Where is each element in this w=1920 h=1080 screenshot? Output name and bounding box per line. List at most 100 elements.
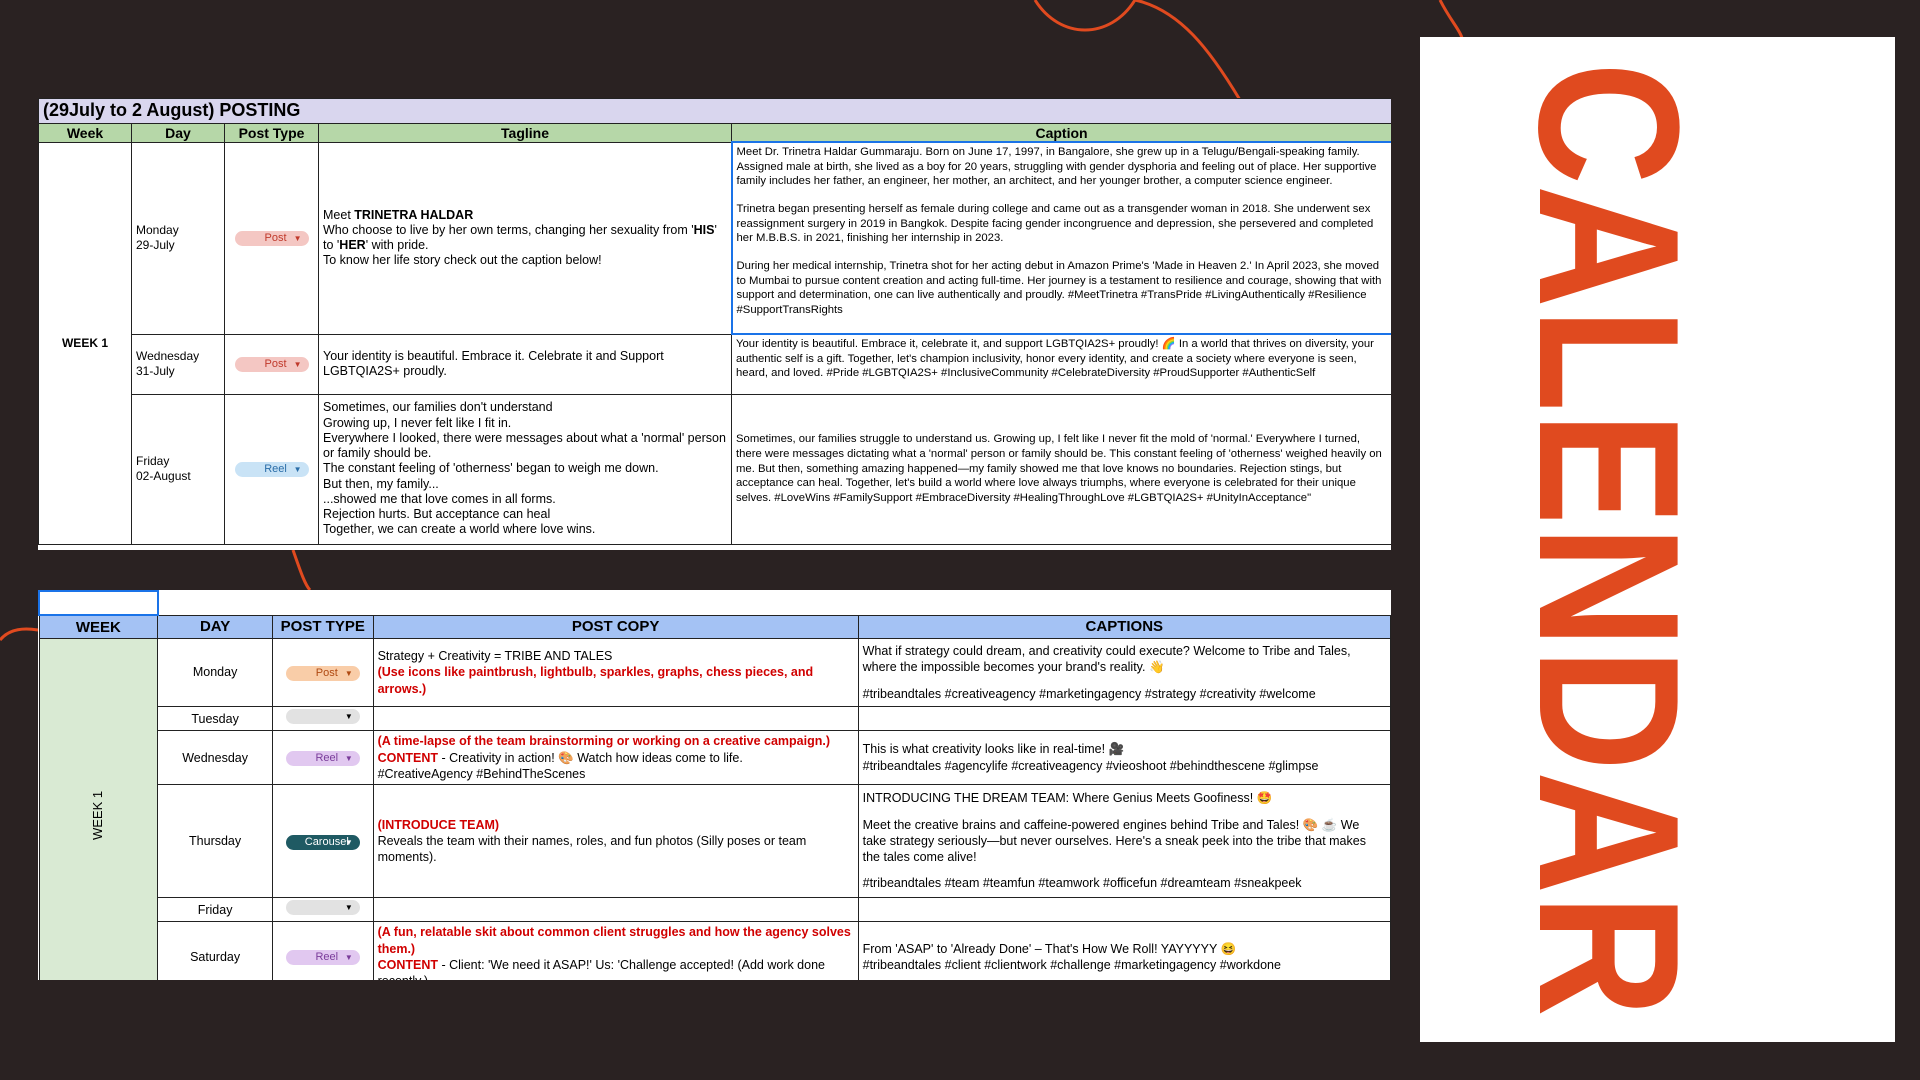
dropdown-arrow-icon: ▼ [344, 669, 353, 678]
tagline-cell[interactable]: Meet TRINETRA HALDAR Who choose to live b… [318, 141, 732, 335]
post-type-cell[interactable]: Post ▼ [224, 333, 319, 395]
post-copy-cell[interactable]: (A fun, relatable skit about common clie… [372, 921, 859, 980]
table-row: Tuesday ▼ [39, 705, 1391, 732]
day-cell[interactable]: Wednesday 31-July [131, 333, 225, 395]
post-type-dropdown[interactable]: Reel ▼ [285, 751, 360, 767]
post-type-cell[interactable]: ▼ [271, 705, 374, 732]
header-week[interactable]: Week [38, 123, 132, 143]
table-row: WEEK 1 Monday Post ▼ Strategy + Creativit… [38, 637, 1391, 980]
tagline-line: ...showed me that love comes in all form… [323, 491, 556, 506]
post-copy-cell[interactable]: (INTRODUCE TEAM) Reveals the team with th… [372, 784, 859, 898]
header-post-type[interactable]: Post Type [224, 123, 319, 143]
table-row: Saturday Reel ▼ (A fun, relatable skit ab… [39, 921, 1391, 980]
day-cell[interactable]: Friday 02-August [131, 393, 225, 545]
post-type-value: Reel [264, 463, 287, 475]
caption-cell[interactable] [857, 705, 1391, 732]
day-cell[interactable]: Thursday [157, 784, 273, 898]
caption-paragraph: During her medical internship, Trinetra … [736, 260, 1382, 317]
sheet-title[interactable]: (29July to 2 August) POSTING [38, 98, 1391, 124]
tagline-bold: HIS [693, 222, 715, 237]
post-type-value: Post [264, 358, 287, 370]
caption-cell[interactable]: Your identity is beautiful. Embrace it, … [730, 333, 1391, 395]
post-type-dropdown[interactable]: ▼ [285, 709, 360, 724]
day-date: 29-July [136, 238, 175, 252]
post-type-cell[interactable]: Reel ▼ [224, 393, 319, 545]
post-type-cell[interactable]: ▼ [271, 896, 374, 923]
dropdown-arrow-icon: ▼ [293, 234, 302, 243]
week-cell[interactable]: WEEK 1 [38, 637, 159, 980]
copy-text: Reveals the team with their names, roles… [377, 833, 807, 865]
post-copy-cell[interactable] [372, 705, 859, 732]
header-captions[interactable]: CAPTIONS [857, 614, 1391, 639]
post-type-dropdown[interactable]: Reel ▼ [285, 950, 360, 966]
table-row: Friday ▼ [39, 896, 1391, 923]
post-type-cell[interactable]: Post ▼ [271, 638, 374, 707]
day-date: 02-August [136, 469, 191, 483]
post-type-value: Reel [315, 752, 339, 765]
caption-text: What if strategy could dream, and creati… [862, 644, 1351, 675]
dropdown-arrow-icon: ▼ [344, 712, 353, 721]
day-cell[interactable]: Friday [157, 896, 273, 923]
tagline-cell[interactable]: Sometimes, our families don't understand… [318, 393, 732, 545]
caption-cell[interactable]: From 'ASAP' to 'Already Done' – That's H… [857, 921, 1391, 980]
content-label: CONTENT [377, 750, 438, 765]
day-name: Monday [136, 223, 179, 238]
caption-cell[interactable] [857, 896, 1391, 923]
calendar-title: CALENDAR [1497, 62, 1720, 1017]
post-copy-cell[interactable]: (A time-lapse of the team brainstorming … [372, 730, 859, 785]
header-day[interactable]: DAY [157, 614, 273, 639]
day-name: Friday [136, 454, 170, 469]
post-type-cell[interactable]: Post ▼ [224, 141, 319, 335]
day-cell[interactable]: Saturday [157, 921, 273, 980]
caption-hashtags: #tribeandtales #agencylife #creativeagen… [862, 758, 1319, 773]
tagline-text: To know her life story check out the cap… [323, 253, 602, 268]
tagline-line: Rejection hurts. But acceptance can heal [323, 507, 551, 522]
header-tagline[interactable]: Tagline [318, 123, 732, 143]
dropdown-arrow-icon: ▼ [293, 465, 302, 474]
post-type-value: Reel [315, 951, 339, 964]
caption-cell[interactable]: Sometimes, our families struggle to unde… [730, 393, 1391, 545]
day-cell[interactable]: Tuesday [157, 705, 273, 732]
post-type-dropdown[interactable]: Post ▼ [234, 231, 309, 246]
post-copy-cell[interactable] [372, 896, 859, 923]
caption-cell[interactable]: Meet Dr. Trinetra Haldar Gummaraju. Born… [730, 141, 1391, 335]
post-type-dropdown[interactable]: Post ▼ [285, 666, 360, 681]
caption-cell[interactable]: What if strategy could dream, and creati… [857, 638, 1391, 707]
tagline-text: ' with pride. [365, 238, 429, 252]
post-type-dropdown[interactable]: Carousel ▼ [285, 834, 360, 850]
post-type-dropdown[interactable]: ▼ [285, 900, 360, 915]
copy-text: Strategy + Creativity = TRIBE AND TALES [377, 649, 613, 664]
header-day[interactable]: Day [131, 123, 225, 143]
post-type-cell[interactable]: Reel ▼ [271, 921, 374, 980]
content-calendar-sheet: WEEK DAY POST TYPE POST COPY CAPTIONS WE… [38, 590, 1391, 980]
copy-hashtags: #CreativeAgency #BehindTheScenes [377, 766, 586, 781]
tagline-line: Growing up, I never felt like I fit in. [323, 415, 512, 430]
calendar-title-graphic: CALENDAR [1497, 62, 1720, 1017]
header-week[interactable]: WEEK [38, 614, 159, 639]
post-type-cell[interactable]: Carousel ▼ [271, 784, 374, 898]
week-cell[interactable]: WEEK 1 [38, 141, 132, 545]
caption-cell[interactable]: INTRODUCING THE DREAM TEAM: Where Genius… [857, 784, 1391, 898]
post-type-cell[interactable]: Reel ▼ [271, 730, 374, 785]
content-table: WEEK DAY POST TYPE POST COPY CAPTIONS WE… [38, 590, 1391, 980]
tagline-bold: TRINETRA HALDAR [354, 207, 474, 222]
caption-text: INTRODUCING THE DREAM TEAM: Where Genius… [862, 791, 1273, 806]
header-caption[interactable]: Caption [730, 123, 1391, 143]
post-type-dropdown[interactable]: Post ▼ [234, 357, 309, 372]
post-type-value: Post [264, 232, 287, 244]
post-copy-cell[interactable]: Strategy + Creativity = TRIBE AND TALES(… [372, 638, 859, 707]
day-cell[interactable]: Wednesday [157, 730, 273, 785]
tagline-cell[interactable]: Your identity is beautiful. Embrace it. … [318, 333, 732, 395]
header-post-type[interactable]: POST TYPE [271, 614, 374, 639]
dropdown-arrow-icon: ▼ [293, 360, 302, 369]
day-cell[interactable]: Monday 29-July [131, 141, 225, 335]
week-label: WEEK 1 [89, 790, 105, 840]
caption-text: Meet the creative brains and caffeine-po… [862, 817, 1366, 865]
day-cell[interactable]: Monday [157, 638, 273, 707]
caption-cell[interactable]: This is what creativity looks like in re… [857, 730, 1391, 785]
selected-cell[interactable] [38, 590, 159, 616]
header-post-copy[interactable]: POST COPY [372, 614, 859, 639]
copy-text: - Client: 'We need it ASAP!' Us: 'Challe… [378, 957, 825, 980]
copy-text: - Creativity in action! 🎨 Watch how idea… [438, 750, 743, 765]
post-type-dropdown[interactable]: Reel ▼ [234, 462, 309, 477]
